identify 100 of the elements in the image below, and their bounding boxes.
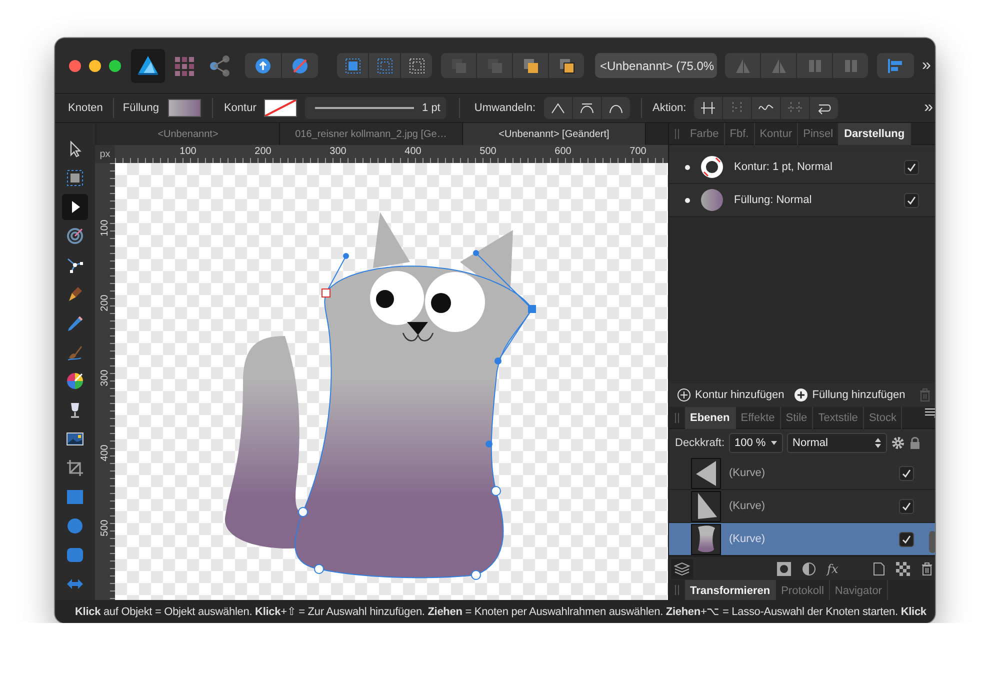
check-icon (907, 162, 916, 172)
share-icon (208, 54, 232, 78)
curve-selection-drawing[interactable] (294, 250, 536, 580)
panel-tab[interactable]: Farbe (685, 123, 725, 145)
document-title[interactable]: <Unbenannt> (75.0% (595, 53, 717, 78)
panel-tab[interactable]: Ebenen (685, 407, 736, 429)
stacked-squares-icon (522, 56, 540, 74)
half-circle-icon[interactable] (802, 562, 816, 576)
convert-button[interactable] (544, 97, 572, 119)
bullet-icon (685, 198, 690, 202)
toolbar-button[interactable] (549, 53, 584, 78)
panel-tab[interactable]: Transformieren (685, 580, 776, 602)
add-stroke-button[interactable]: Kontur hinzufügen (695, 389, 784, 401)
check-icon (902, 468, 912, 478)
layer-row[interactable]: (Kurve) (669, 457, 935, 490)
panel-tab[interactable]: Stile (780, 407, 814, 429)
checkbox[interactable] (899, 466, 914, 480)
checkbox[interactable] (904, 192, 920, 208)
checkbox[interactable] (899, 498, 914, 514)
ruler-label: 600 (554, 146, 572, 157)
dotted-square-icon (344, 56, 362, 74)
mask-icon[interactable] (777, 562, 791, 576)
layer-name: (Kurve) (729, 467, 766, 479)
trash-icon[interactable] (921, 562, 934, 576)
effects-button[interactable]: fx (827, 562, 838, 576)
toolbar-button[interactable] (513, 53, 548, 78)
convert-button[interactable] (602, 97, 630, 119)
overflow-button[interactable]: » (922, 56, 931, 74)
ruler-label: 200 (100, 294, 110, 313)
flower-slash-icon (291, 56, 309, 74)
overflow-button[interactable]: » (924, 99, 934, 117)
opacity-dropdown[interactable]: 100 % (728, 433, 783, 453)
flip-icon (770, 56, 788, 74)
close-button[interactable] (69, 60, 81, 72)
checkbox[interactable] (904, 160, 920, 174)
logo-icon (136, 54, 160, 78)
pixel-grid-icon (173, 54, 195, 76)
panel-tab[interactable]: Textstile (813, 407, 864, 429)
convert-label: Umwandeln: (474, 102, 536, 114)
scrollbar[interactable] (929, 531, 935, 553)
action-button[interactable] (810, 97, 838, 119)
stroke-width-field[interactable]: 1 pt (305, 97, 446, 119)
document-tab[interactable]: <Unbenannt> (97, 123, 280, 145)
ruler-label: 400 (404, 146, 422, 157)
brush-icon (66, 343, 84, 361)
zoom-button[interactable] (109, 60, 121, 72)
convert-button[interactable] (572, 97, 601, 119)
flip-icon (734, 56, 752, 74)
panel-tab[interactable]: Kontur (754, 123, 798, 145)
color-wheel-icon (66, 372, 84, 390)
persona-button[interactable] (131, 48, 165, 82)
rectangle-icon (66, 488, 84, 506)
pen-nib-icon (66, 285, 84, 303)
circle-icon (66, 517, 84, 535)
add-fill-button[interactable]: Füllung hinzufügen (812, 389, 906, 401)
grip-icon[interactable] (675, 585, 679, 595)
panel-tab[interactable]: Darstellung (839, 123, 911, 145)
lock-icon[interactable] (908, 436, 921, 450)
grip-icon[interactable] (675, 128, 679, 138)
action-button[interactable] (694, 97, 722, 119)
toolbar-button[interactable] (401, 53, 432, 78)
gradient-circle-icon (700, 188, 724, 212)
crop-icon (66, 459, 84, 477)
settings-icon[interactable] (890, 436, 905, 450)
checkbox[interactable] (899, 532, 914, 546)
panel-tab[interactable]: Stock (864, 407, 902, 429)
layers-icon[interactable] (671, 558, 693, 578)
checker-icon[interactable] (896, 562, 910, 576)
ruler-label: 100 (100, 218, 110, 238)
check-icon (907, 196, 916, 204)
grip-icon[interactable] (675, 412, 679, 422)
ring-icon (700, 155, 724, 179)
toolbar-button[interactable] (877, 53, 914, 78)
panel-tab[interactable]: Effekte (736, 407, 781, 429)
unit-label: px (100, 148, 110, 160)
action-button[interactable] (752, 97, 780, 119)
document-tab[interactable]: 016_reisner kollmann_2.jpg [Ge… (280, 123, 463, 145)
node-handles-icon (66, 256, 84, 274)
layer-row[interactable]: (Kurve) (669, 523, 935, 556)
stroke-swatch[interactable] (264, 99, 298, 117)
menu-icon[interactable] (923, 407, 935, 419)
target-icon (66, 227, 84, 245)
opacity-label: Deckkraft: (675, 437, 725, 449)
canvas[interactable] (115, 163, 668, 600)
panel-tab[interactable]: Fbf. (724, 123, 755, 145)
sharp-corner-icon (550, 101, 566, 115)
plus-circle-icon[interactable] (677, 388, 691, 402)
break-icon (787, 101, 804, 115)
document-tab[interactable]: <Unbenannt> [Geändert] (463, 123, 646, 145)
status-bar: Klick auf Objekt = Objekt auswählen. Klick+⇧ = Zur Auswahl hinzufügen. Ziehen = Knoten per Auswahlrahmen auswählen. Ziehen+⌥ = Lasso-Auswahl der Knoten starten. Klick (55, 600, 935, 623)
toolbar-button[interactable] (245, 53, 281, 78)
page-icon[interactable] (873, 562, 886, 576)
ruler-label: 400 (100, 444, 110, 463)
appearance-label: Füllung: Normal (734, 194, 813, 206)
plus-circle-icon[interactable] (794, 388, 808, 402)
tool-button[interactable] (62, 194, 88, 220)
fill-swatch[interactable] (168, 99, 201, 117)
minimize-button[interactable] (89, 60, 101, 72)
layer-row[interactable]: (Kurve) (669, 490, 935, 523)
blend-mode-select[interactable]: Normal (786, 433, 887, 453)
